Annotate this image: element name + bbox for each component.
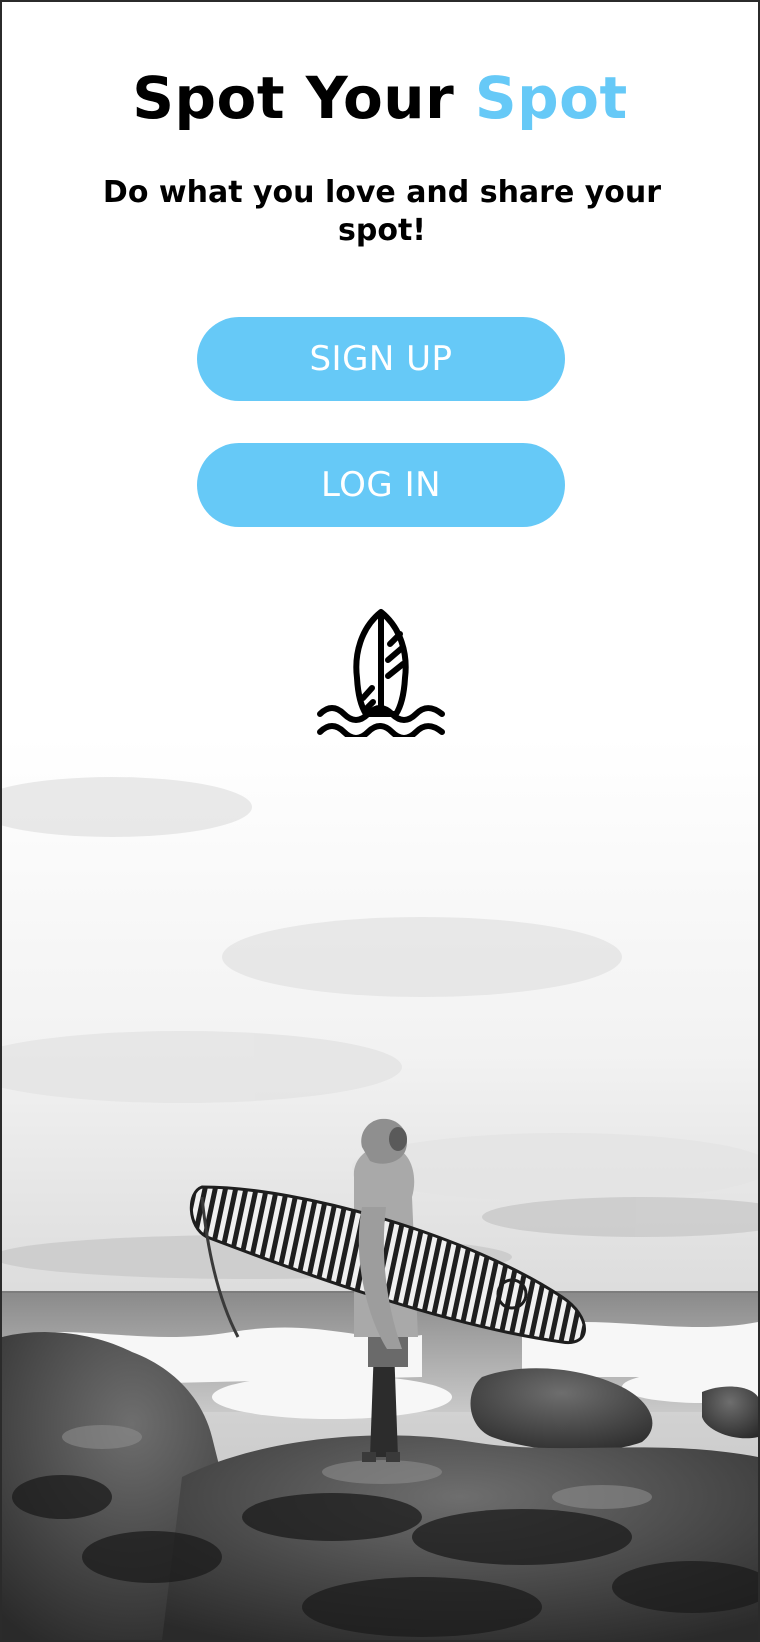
surfer-photo: [2, 737, 758, 1640]
sign-up-label: SIGN UP: [309, 339, 453, 379]
surfboard-waves-icon: [317, 609, 445, 741]
title-accent: Spot: [474, 64, 628, 132]
title-main: Spot Your: [132, 64, 475, 132]
sign-up-button[interactable]: SIGN UP: [197, 317, 565, 401]
app-title: Spot Your Spot: [2, 64, 758, 132]
tagline: Do what you love and share your spot!: [102, 175, 662, 248]
log-in-button[interactable]: LOG IN: [197, 443, 565, 527]
log-in-label: LOG IN: [320, 465, 442, 505]
welcome-screen: Spot Your Spot Do what you love and shar…: [0, 0, 760, 1642]
